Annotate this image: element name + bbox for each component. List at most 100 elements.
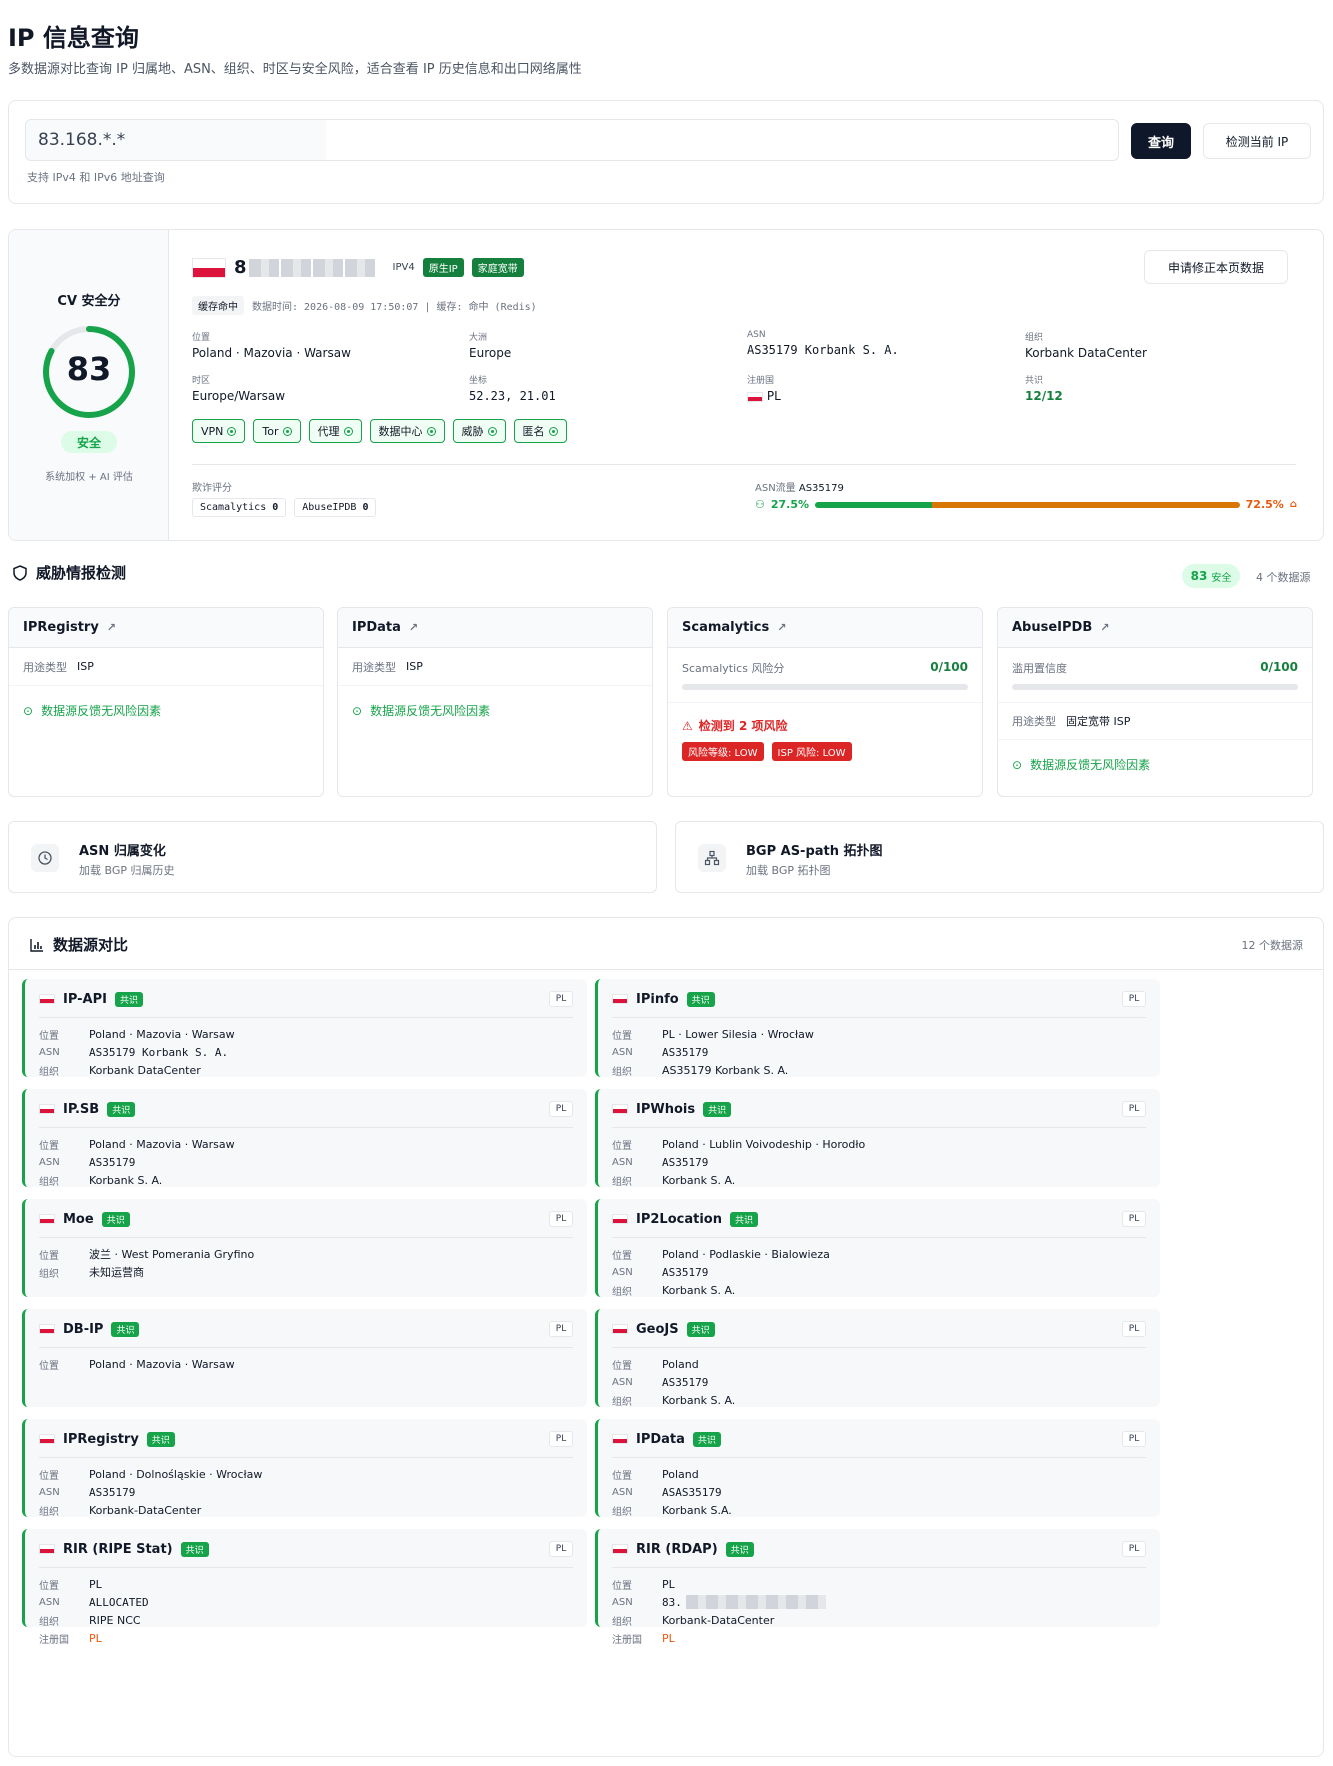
- source-rows: 位置 Poland · Mazovia · Warsaw ASN AS35179 Ko…: [39, 1025, 235, 1079]
- row-value: ISP: [77, 660, 94, 673]
- risk-tag: 风险等级: LOW: [682, 742, 764, 761]
- row-key: ASN: [612, 1376, 633, 1388]
- divider: [39, 1567, 573, 1568]
- country-code-badge: PL: [549, 1211, 573, 1227]
- row-key: ASN: [612, 1486, 633, 1498]
- threat-card-header: AbuseIPDB ↗: [998, 608, 1312, 648]
- field-label: 大洲: [469, 333, 488, 343]
- row-key: 位置: [612, 1360, 632, 1372]
- divider: [612, 1127, 1146, 1128]
- country-code-badge: PL: [549, 991, 573, 1007]
- risk-score-label: Scamalytics 风险分: [682, 662, 785, 675]
- bgp-topology-card[interactable]: BGP AS-path 拓扑图 加载 BGP 拓扑图: [675, 821, 1324, 893]
- row-key: ASN: [39, 1156, 60, 1168]
- chip-label: Tor: [262, 424, 279, 438]
- threat-card-row: 用途类型 固定宽带 ISP: [998, 702, 1312, 740]
- asn-history-card[interactable]: ASN 归属变化 加载 BGP 归属历史: [8, 821, 657, 893]
- row-value: Korbank-DataCenter: [89, 1503, 202, 1517]
- divider: [39, 1457, 573, 1458]
- consensus-badge: 共识: [146, 1431, 175, 1447]
- row-key: 组织: [39, 1066, 59, 1078]
- row-value: AS35179 Korbank S. A.: [662, 1063, 789, 1077]
- score-value: 83: [66, 350, 112, 388]
- building-icon: ⌂: [1289, 499, 1297, 510]
- detect-current-ip-button[interactable]: 检测当前 IP: [1203, 123, 1311, 159]
- row-key: 位置: [612, 1030, 632, 1042]
- poland-flag-icon: [612, 1104, 628, 1114]
- score-title: CV 安全分: [57, 294, 121, 309]
- source-row: 位置 Poland: [612, 1355, 735, 1373]
- country-code-badge: PL: [549, 1431, 573, 1447]
- external-link-icon[interactable]: ↗: [1100, 621, 1109, 634]
- query-button[interactable]: 查询: [1131, 123, 1191, 159]
- asn-flow-label: ASN流量 AS35179: [755, 479, 844, 494]
- row-key: 位置: [612, 1250, 632, 1262]
- page-subtitle: 多数据源对比查询 IP 归属地、ASN、组织、时区与安全风险，适合查看 IP 历…: [8, 62, 582, 77]
- request-correction-button[interactable]: 申请修正本页数据: [1144, 250, 1288, 284]
- row-label: 用途类型: [1012, 715, 1056, 728]
- row-value: Poland · Mazovia · Warsaw: [89, 1137, 235, 1151]
- consensus-badge: 共识: [180, 1541, 209, 1557]
- compare-title-text: 数据源对比: [53, 936, 129, 954]
- source-card-header: DB-IP 共识: [39, 1319, 140, 1339]
- check-circle-icon: ⊙: [1012, 757, 1023, 772]
- row-key: 位置: [612, 1140, 632, 1152]
- poland-flag-icon: [747, 391, 763, 402]
- field-continent: 大洲 Europe: [469, 330, 511, 360]
- check-dot-icon: [227, 426, 237, 436]
- row-value: RIPE NCC: [89, 1613, 141, 1627]
- field-registry-country: 注册国 PL: [747, 373, 781, 403]
- source-row: 位置 Poland · Dolnośląskie · Wrocław: [39, 1465, 262, 1483]
- country-code-badge: PL: [1122, 1431, 1146, 1447]
- field-value: Poland · Mazovia · Warsaw: [192, 346, 351, 360]
- ip-search-input[interactable]: [25, 119, 1119, 161]
- warning-icon: ⚠: [682, 718, 693, 733]
- poland-flag-icon: [612, 994, 628, 1004]
- external-link-icon[interactable]: ↗: [777, 621, 786, 634]
- source-name: RIR (RDAP): [636, 1541, 718, 1557]
- poland-flag-icon: [612, 1324, 628, 1334]
- risk-detected: ⚠ 检测到 2 项风险: [668, 702, 982, 742]
- check-circle-icon: ⊙: [23, 703, 34, 718]
- source-card-header: IP.SB 共识: [39, 1099, 136, 1119]
- source-row: 位置 Poland · Mazovia · Warsaw: [39, 1355, 235, 1373]
- field-value: 12/12: [1025, 389, 1063, 403]
- chip-label: VPN: [201, 424, 224, 438]
- check-dot-icon: [548, 426, 558, 436]
- country-code-badge: PL: [1122, 1101, 1146, 1117]
- row-key: 注册国: [39, 1634, 69, 1646]
- threat-card-header: Scamalytics ↗: [668, 608, 982, 648]
- row-key: ASN: [612, 1266, 633, 1278]
- source-rows: 位置 Poland ASN AS35179 组织 Korbank S. A.: [612, 1355, 735, 1409]
- shield-icon: [13, 564, 27, 581]
- field-value: 52.23, 21.01: [469, 389, 556, 403]
- row-value: Korbank S. A.: [89, 1173, 163, 1187]
- risk-flag-chip: Tor: [253, 419, 301, 443]
- threat-source-count: 4 个数据源: [1256, 571, 1311, 584]
- field-value: AS35179 Korbank S. A.: [747, 343, 899, 357]
- external-link-icon[interactable]: ↗: [409, 621, 418, 634]
- history-icon: [31, 844, 59, 872]
- divider: [39, 1347, 573, 1348]
- poland-flag-icon: [39, 1324, 55, 1334]
- source-row: 组织 Korbank S. A.: [612, 1171, 865, 1189]
- external-link-icon[interactable]: ↗: [107, 621, 116, 634]
- flow-right-percent: 72.5%: [1245, 498, 1284, 511]
- threat-section-title: 威胁情报检测: [12, 562, 126, 583]
- search-card: 查询 检测当前 IP 支持 IPv4 和 IPv6 地址查询: [8, 100, 1324, 204]
- row-key: 位置: [39, 1030, 59, 1042]
- source-card-header: IPinfo 共识: [612, 989, 715, 1009]
- source-row: 组织 AS35179 Korbank S. A.: [612, 1061, 814, 1079]
- source-row: 组织 Korbank DataCenter: [39, 1061, 235, 1079]
- row-key: 组织: [39, 1616, 59, 1628]
- source-rows: 位置 Poland ASN ASAS35179 组织 Korbank S.A.: [612, 1465, 732, 1519]
- registry-country-code: PL: [766, 389, 781, 403]
- ip-version-tag: IPV4: [392, 262, 415, 273]
- source-rows: 位置 PL · Lower Silesia · Wrocław ASN AS35179…: [612, 1025, 814, 1079]
- no-risk-message: ⊙ 数据源反馈无风险因素: [998, 740, 1312, 789]
- source-card: IP2Location 共识 PL 位置 Poland · Podlaskie · Bi…: [595, 1199, 1160, 1298]
- threat-card-ipdata: IPData ↗ 用途类型 ISP ⊙ 数据源反馈无风险因素: [337, 607, 653, 797]
- row-key: 组织: [612, 1176, 632, 1188]
- field-value: Europe: [469, 346, 512, 360]
- no-risk-message: ⊙ 数据源反馈无风险因素: [338, 686, 652, 735]
